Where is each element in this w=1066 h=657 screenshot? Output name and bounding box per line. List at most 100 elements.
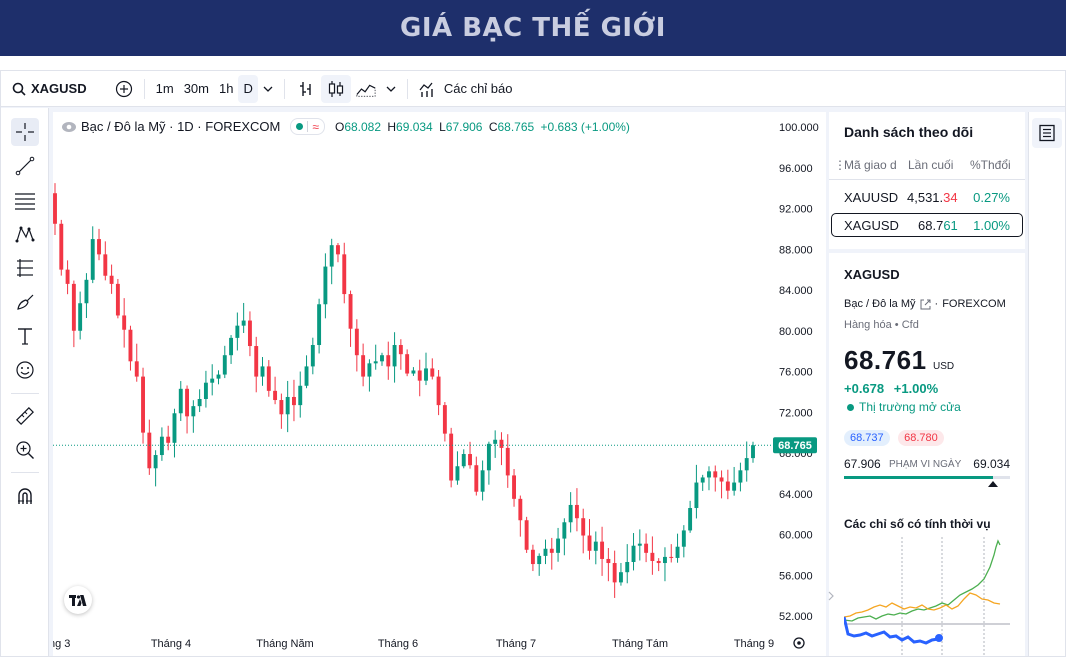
candle-body [436,376,441,406]
indicators-icon [419,82,433,97]
drawing-toolbar [1,108,49,656]
candle-body [342,254,347,295]
details-symbol[interactable]: XAGUSD [844,267,900,282]
pattern-tool[interactable] [11,220,39,248]
chevron-down-icon [386,86,396,92]
tv-logo-icon [69,594,87,606]
candle-body [304,366,309,386]
candle-body [549,548,554,553]
candle-body [53,193,57,224]
external-link-icon[interactable] [920,299,931,310]
interval-d[interactable]: D [238,74,258,103]
toolbar-divider [143,78,145,99]
status-dot [847,403,854,411]
candle-body [59,223,64,270]
candle-body [279,400,284,415]
candlestick-chart[interactable]: 100.000 96.000 92.000 88.000 84.000 80.000 76.… [53,112,826,656]
candle-body [153,455,158,469]
candle-body [461,454,466,467]
seasonals-line-orange [844,592,1001,618]
zoom-tool[interactable] [11,436,39,464]
interval-1h[interactable]: 1h [214,75,238,103]
details-name[interactable]: Bạc / Đô la Mỹ [844,298,916,310]
candle-body [587,535,592,551]
magnet-tool[interactable] [11,482,39,510]
candle-body [719,477,724,482]
candle-body [71,283,76,331]
fib-tool[interactable] [11,186,39,214]
candle-body [663,556,667,564]
candle-body [606,558,611,564]
text-tool[interactable] [11,322,39,350]
candle-body [537,555,542,565]
candle-body [254,346,259,377]
bars-icon [299,81,311,96]
candle-body [405,354,410,374]
crosshair-tool[interactable] [11,118,39,146]
column-change[interactable]: %Thđổi [970,158,1011,172]
tradingview-widget: XAGUSD 1m 30m 1h D Các chỉ báo 100.000 9… [0,70,1066,657]
candle-body [512,475,516,499]
candle-body [480,470,485,492]
range-fill [844,476,994,479]
watchlist-title: Danh sách theo dõi [844,124,974,140]
indicators-button[interactable]: Các chỉ báo [414,75,518,103]
details-type: Cfd [901,319,919,331]
candles-style-button[interactable] [320,74,351,103]
y-tick-label: 56.000 [779,570,813,582]
candle-body [185,388,190,417]
compare-button[interactable] [110,75,138,103]
candle-body [134,361,139,377]
legend-close: 68.765 [497,119,535,134]
column-last[interactable]: Lần cuối [908,158,953,172]
top-toolbar: XAGUSD 1m 30m 1h D Các chỉ báo [1,71,1065,107]
watchlist-row-xauusd[interactable]: XAUUSD 4,531.34 0.27% [831,185,1023,209]
market-open-dot [296,123,304,130]
interval-dropdown[interactable] [258,75,278,103]
seasonals-chart[interactable] [844,537,1010,657]
details-market-status: Thị trường mở cửa [859,400,961,414]
interval-30m[interactable]: 30m [179,75,214,103]
watchlist-row-xagusd[interactable]: XAGUSD 68.761 1.00% [831,213,1023,237]
area-style-button[interactable] [351,75,381,103]
column-symbol[interactable]: Mã giao d [844,158,897,172]
candle-body [222,355,227,375]
candle-body [593,541,598,551]
seasonals-title[interactable]: Các chỉ số có tính thời vụ [844,517,991,531]
interval-1m[interactable]: 1m [151,75,179,103]
separator-line [307,121,309,132]
candle-body [380,355,384,362]
emoji-tool[interactable] [11,356,39,384]
collapse-panel-button[interactable] [827,586,835,606]
candle-body [411,370,416,374]
candle-body [744,458,749,471]
details-exchange[interactable]: FOREXCOM [942,298,1006,310]
candle-body [285,396,290,415]
legend-symbol-name[interactable]: Bạc / Đô la Mỹ · 1D · FOREXCOM [81,119,280,134]
bars-style-button[interactable] [291,75,321,103]
row-change: 0.27% [973,189,1010,205]
indicators-label: Các chỉ báo [443,81,513,96]
forecast-tool[interactable] [11,254,39,282]
candle-body [147,432,152,469]
details-name-line: Bạc / Đô la Mỹ · FOREXCOM [844,298,1006,310]
watchlist-toggle[interactable] [1032,118,1062,148]
candle-body [556,538,561,553]
candle-body [562,522,567,539]
tradingview-logo[interactable] [64,586,92,614]
chart-style-dropdown[interactable] [381,75,401,103]
candle-body [581,518,586,536]
candle-body [486,443,491,471]
market-status-indicator: ≈ [290,118,325,135]
measure-tool[interactable] [11,402,39,430]
eye-icon[interactable] [61,121,77,133]
symbol-search[interactable]: XAGUSD [7,75,92,103]
candle-body [543,548,548,556]
candle-body [260,366,265,377]
brush-tool[interactable] [11,288,39,316]
fib-lines-icon [15,193,35,210]
trend-line-tool[interactable] [11,152,39,180]
candle-body [505,447,510,476]
price-chart[interactable]: 100.000 96.000 92.000 88.000 84.000 80.000 76.… [53,112,826,656]
candle-body [191,406,196,417]
